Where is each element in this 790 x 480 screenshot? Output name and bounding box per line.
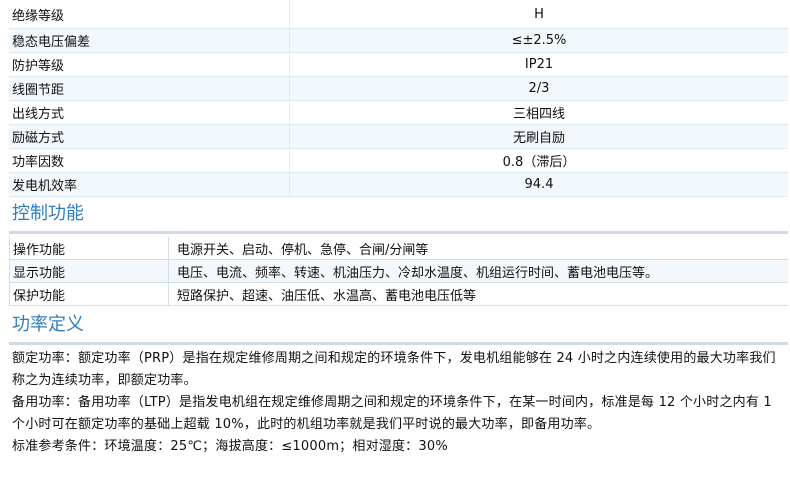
table-row: 稳态电压偏差 ≤±2.5% xyxy=(9,28,788,53)
table-row: 绝缘等级 H xyxy=(9,0,788,29)
spec-value: H xyxy=(289,0,788,29)
spec-label: 励磁方式 xyxy=(9,124,290,149)
spec-label: 出线方式 xyxy=(9,100,290,125)
spec-value: 无刷自励 xyxy=(289,124,788,149)
power-definition-text: 额定功率：额定功率（PRP）是指在规定维修周期之间和规定的环境条件下，发电机组能… xyxy=(9,348,788,458)
spec-value: IP21 xyxy=(289,52,788,77)
table-row: 防护等级 IP21 xyxy=(9,52,788,77)
section-divider xyxy=(9,342,788,345)
spec-table: 绝缘等级 H 稳态电压偏差 ≤±2.5% 防护等级 IP21 线圈节距 2/3 … xyxy=(9,0,788,197)
spec-value: 94.4 xyxy=(289,172,788,197)
reference-conditions-paragraph: 标准参考条件：环境温度：25℃；海拔高度：≤1000m；相对湿度：30% xyxy=(12,439,448,454)
table-row: 操作功能 电源开关、启动、停机、急停、合闸/分闸等 xyxy=(9,237,788,260)
table-row: 线圈节距 2/3 xyxy=(9,76,788,101)
function-label: 操作功能 xyxy=(9,237,169,260)
function-label: 保护功能 xyxy=(9,282,169,306)
function-value: 短路保护、超速、油压低、水温高、蓄电池电压低等 xyxy=(168,282,788,306)
table-row: 励磁方式 无刷自励 xyxy=(9,124,788,149)
section-divider xyxy=(9,231,788,234)
table-row: 功率因数 0.8（滞后） xyxy=(9,148,788,173)
spec-label: 防护等级 xyxy=(9,52,290,77)
rated-power-paragraph: 额定功率：额定功率（PRP）是指在规定维修周期之间和规定的环境条件下，发电机组能… xyxy=(12,351,776,388)
spec-label: 稳态电压偏差 xyxy=(9,28,290,53)
spec-value: ≤±2.5% xyxy=(289,28,788,53)
power-section-title: 功率定义 xyxy=(12,314,84,335)
table-row: 发电机效率 94.4 xyxy=(9,172,788,197)
table-row: 显示功能 电压、电流、频率、转速、机油压力、冷却水温度、机组运行时间、蓄电池电压… xyxy=(9,259,788,283)
control-section-title: 控制功能 xyxy=(12,203,84,224)
spec-value: 2/3 xyxy=(289,76,788,101)
function-value: 电压、电流、频率、转速、机油压力、冷却水温度、机组运行时间、蓄电池电压等。 xyxy=(168,259,788,283)
spec-value: 0.8（滞后） xyxy=(289,148,788,173)
standby-power-paragraph: 备用功率：备用功率（LTP）是指发电机组在规定维修周期之间和规定的环境条件下，在… xyxy=(12,395,772,432)
page-content: 绝缘等级 H 稳态电压偏差 ≤±2.5% 防护等级 IP21 线圈节距 2/3 … xyxy=(9,0,788,458)
spec-value: 三相四线 xyxy=(289,100,788,125)
spec-label: 功率因数 xyxy=(9,148,290,173)
function-value: 电源开关、启动、停机、急停、合闸/分闸等 xyxy=(168,237,788,260)
control-function-table: 操作功能 电源开关、启动、停机、急停、合闸/分闸等 显示功能 电压、电流、频率、… xyxy=(9,237,788,306)
spec-label: 绝缘等级 xyxy=(9,0,290,29)
table-row: 出线方式 三相四线 xyxy=(9,100,788,125)
spec-label: 线圈节距 xyxy=(9,76,290,101)
spec-label: 发电机效率 xyxy=(9,172,290,197)
table-row: 保护功能 短路保护、超速、油压低、水温高、蓄电池电压低等 xyxy=(9,282,788,306)
function-label: 显示功能 xyxy=(9,259,169,283)
